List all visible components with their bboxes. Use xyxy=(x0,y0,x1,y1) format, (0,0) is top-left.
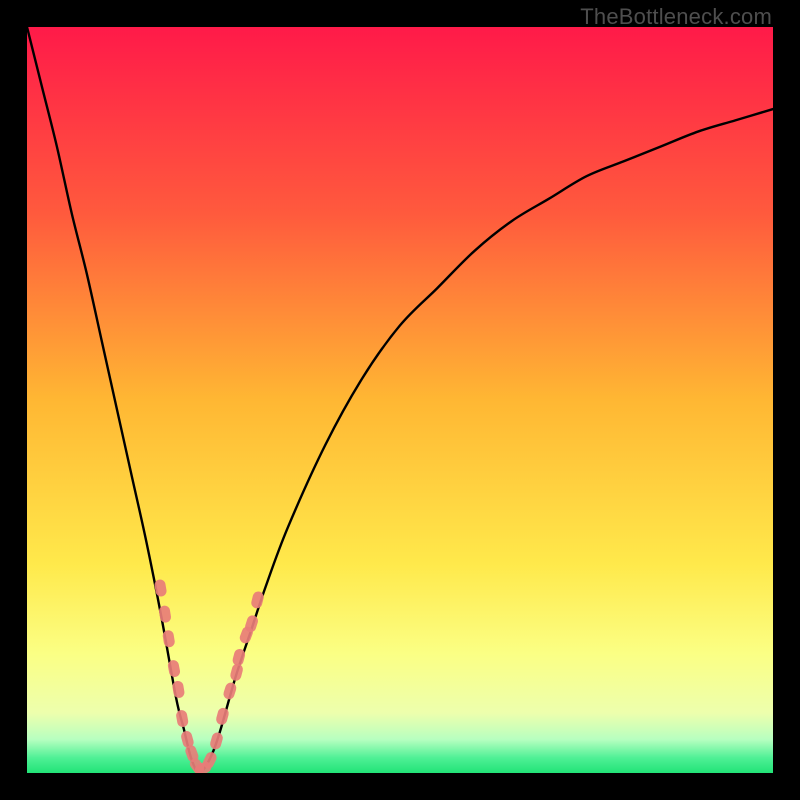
highlighted-markers xyxy=(154,579,265,773)
marker xyxy=(175,709,189,728)
plot-area xyxy=(27,27,773,773)
marker xyxy=(154,579,168,598)
marker xyxy=(222,681,238,701)
chart-frame: TheBottleneck.com xyxy=(0,0,800,800)
chart-svg xyxy=(27,27,773,773)
curve-path xyxy=(27,27,773,773)
watermark-text: TheBottleneck.com xyxy=(580,4,772,30)
bottleneck-curve xyxy=(27,27,773,773)
marker xyxy=(209,731,224,750)
marker xyxy=(215,707,230,726)
